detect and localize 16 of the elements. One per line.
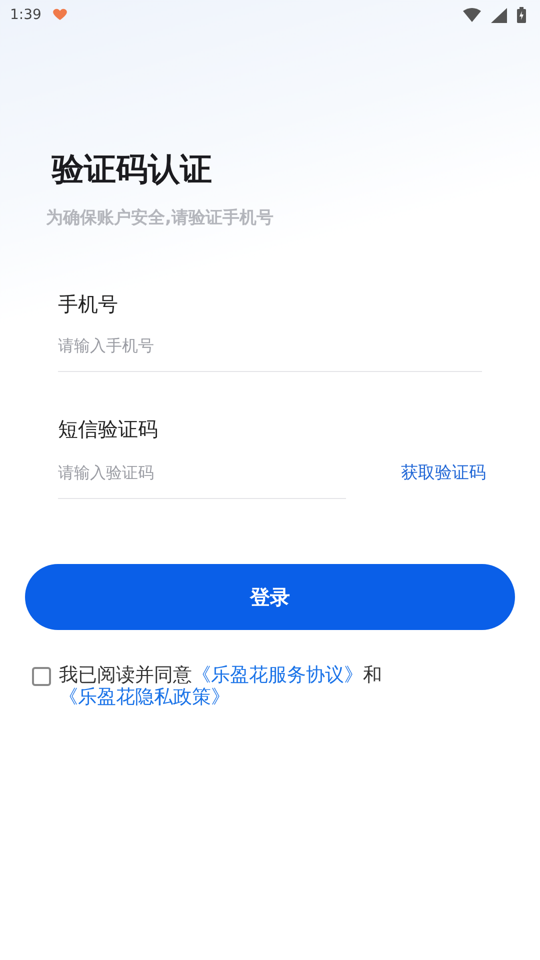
wifi-icon [463, 8, 481, 22]
status-time: 1:39 [10, 7, 42, 23]
field-label: 手机号 [58, 291, 119, 318]
agreement-text: 我已阅读并同意《乐盈花服务协议》和 《乐盈花隐私政策》 [59, 664, 383, 708]
input-field[interactable]: 请输入手机号 [58, 336, 482, 372]
field-label: 短信验证码 [58, 416, 159, 443]
signal-icon [491, 8, 507, 22]
input-field[interactable]: 请输入验证码 [58, 462, 346, 498]
page-subtitle: 为确保账户安全,请验证手机号 [46, 207, 274, 229]
terms-link[interactable]: 《乐盈花服务协议》 [192, 664, 363, 686]
privacy-link[interactable]: 《乐盈花隐私政策》 [59, 686, 230, 708]
agreement-checkbox[interactable] [32, 667, 51, 686]
page-title: 验证码认证 [52, 149, 213, 190]
get-code-link[interactable]: 获取验证码 [401, 461, 486, 484]
login-button[interactable]: 登录 [25, 564, 515, 630]
battery-icon [517, 7, 526, 23]
